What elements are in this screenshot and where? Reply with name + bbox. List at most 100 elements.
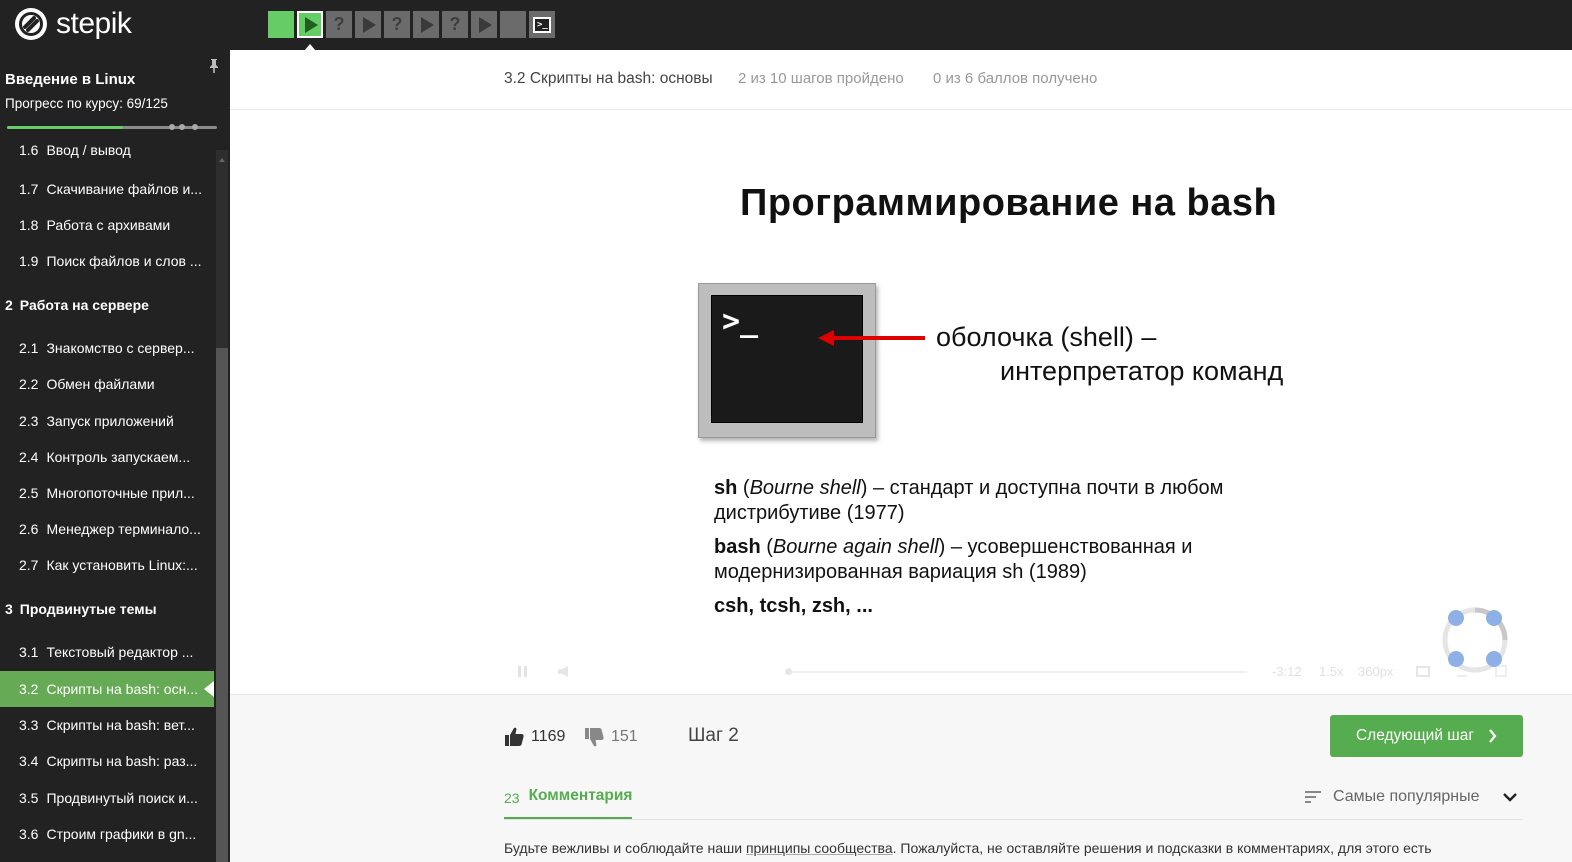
dislike-count: 151 xyxy=(611,728,638,745)
thumbs-down-icon xyxy=(585,728,604,747)
slide-body: sh (Bourne shell) – стандарт и доступна … xyxy=(714,476,1314,628)
slide-title: Программирование на bash xyxy=(740,182,1278,224)
lesson-item[interactable]: 1.8 Работа с архивами xyxy=(0,207,214,243)
lesson-item[interactable]: 3.3 Скрипты на bash: вет... xyxy=(0,707,214,743)
lesson-item[interactable]: 2.5 Многопоточные прил... xyxy=(0,475,214,511)
lesson-item[interactable]: 2.7 Как установить Linux:... xyxy=(0,547,214,583)
section-heading[interactable]: 2 Работа на сервере xyxy=(0,297,214,313)
step-navigation: ? ? ? >_ xyxy=(268,11,555,51)
step-9-tab[interactable] xyxy=(500,11,526,38)
lesson-item[interactable]: 3.5 Продвинутый поиск и... xyxy=(0,780,214,816)
scrollbar-thumb[interactable] xyxy=(216,348,228,862)
pip-icon[interactable] xyxy=(1416,666,1430,677)
step-4-tab[interactable] xyxy=(355,11,381,38)
terminal-prompt: >_ xyxy=(711,295,863,423)
dislike-button[interactable]: 151 xyxy=(584,727,638,747)
red-arrow-head xyxy=(818,330,834,346)
step-7-tab[interactable]: ? xyxy=(442,11,468,38)
slide-paragraph: sh (Bourne shell) – стандарт и доступна … xyxy=(714,477,1224,524)
lesson-item[interactable]: 2.2 Обмен файлами xyxy=(0,366,214,402)
pin-icon[interactable] xyxy=(208,58,220,74)
top-bar: stepik ? ? ? >_ xyxy=(0,0,1572,51)
lesson-item[interactable]: 1.6 Ввод / вывод xyxy=(0,132,214,168)
seek-knob[interactable] xyxy=(785,668,792,675)
like-count: 1169 xyxy=(531,728,566,745)
speed-button[interactable]: 1.5x xyxy=(1319,664,1344,679)
comments-tab[interactable]: 23 Комментария xyxy=(504,787,633,819)
step-1-tab[interactable] xyxy=(268,11,294,38)
question-icon: ? xyxy=(391,14,403,34)
tabs-divider xyxy=(504,819,1523,820)
loading-spinner-icon xyxy=(1442,607,1508,673)
slide-paragraph: csh, tcsh, zsh, ... xyxy=(714,595,873,617)
shell-definition: оболочка (shell) – xyxy=(936,322,1157,352)
lesson-item-active[interactable]: 3.2 Скрипты на bash: осн... xyxy=(0,671,214,707)
steps-passed-status: 2 из 10 шагов пройдено xyxy=(738,70,904,87)
step-10-tab[interactable]: >_ xyxy=(529,11,555,38)
step-2-tab[interactable] xyxy=(297,11,323,51)
lesson-item[interactable]: 2.1 Знакомство с сервер... xyxy=(0,330,214,366)
question-icon: ? xyxy=(449,14,461,34)
lesson-header: 3.2 Скрипты на bash: основы 2 из 10 шаго… xyxy=(230,50,1572,110)
volume-icon[interactable] xyxy=(558,666,568,677)
pause-icon[interactable] xyxy=(518,666,527,677)
lesson-item[interactable]: 2.3 Запуск приложений xyxy=(0,403,214,439)
step-6-tab[interactable] xyxy=(413,11,439,38)
thumbs-up-icon xyxy=(505,727,524,746)
terminal-icon: >_ xyxy=(533,16,551,33)
lesson-title: 3.2 Скрипты на bash: основы xyxy=(504,70,713,87)
stepik-logo[interactable]: stepik xyxy=(14,7,132,41)
step-5-tab[interactable]: ? xyxy=(384,11,410,38)
play-icon xyxy=(421,16,434,33)
course-progress-bar xyxy=(7,124,217,130)
lesson-item[interactable]: 2.4 Контроль запускаем... xyxy=(0,439,214,475)
lesson-item[interactable]: 1.9 Поиск файлов и слов ... xyxy=(0,243,214,279)
step-3-tab[interactable]: ? xyxy=(326,11,352,38)
course-progress-label: Прогресс по курсу: 69/125 xyxy=(5,96,168,111)
progress-marker xyxy=(179,124,185,130)
sort-dropdown[interactable]: Самые популярные xyxy=(1305,788,1479,806)
stepik-logo-icon xyxy=(15,8,47,40)
section-heading[interactable]: 3 Продвинутые темы xyxy=(0,601,214,617)
step-label: Шаг 2 xyxy=(688,725,739,746)
player-controls: -3:12 1.5x 360px xyxy=(502,658,1524,686)
sidebar-scrollbar[interactable] xyxy=(216,150,228,862)
play-icon xyxy=(363,16,376,33)
seek-bar[interactable] xyxy=(787,671,1247,673)
comments-label: Комментария xyxy=(528,787,633,804)
course-progress-fill xyxy=(7,126,123,129)
next-step-label: Следующий шаг xyxy=(1355,727,1475,744)
like-button[interactable]: 1169 xyxy=(504,727,565,747)
time-remaining: -3:12 xyxy=(1272,664,1302,679)
next-step-button[interactable]: Следующий шаг xyxy=(1330,715,1523,757)
progress-marker xyxy=(169,124,175,130)
shell-definition-2: интерпретатор команд xyxy=(1000,356,1284,386)
red-arrow xyxy=(830,336,925,340)
sort-icon xyxy=(1305,791,1321,803)
score-status: 0 из 6 баллов получено xyxy=(933,70,1098,87)
chevron-right-icon xyxy=(1489,729,1497,743)
lesson-item[interactable]: 1.7 Скачивание файлов и... xyxy=(0,171,214,207)
progress-marker xyxy=(192,124,198,130)
scroll-up-icon[interactable] xyxy=(219,158,225,162)
video-player[interactable]: Программирование на bash >_ оболочка (sh… xyxy=(230,110,1572,694)
brand-name: stepik xyxy=(56,7,132,40)
terminal-illustration: >_ xyxy=(698,283,876,438)
course-sidebar: Введение в Linux Прогресс по курсу: 69/1… xyxy=(0,50,230,862)
course-title[interactable]: Введение в Linux xyxy=(5,71,135,88)
chevron-down-icon[interactable] xyxy=(1502,791,1518,803)
community-rules-notice: Будьте вежливы и соблюдайте наши принцип… xyxy=(504,840,1432,856)
play-icon xyxy=(479,16,492,33)
sort-label: Самые популярные xyxy=(1333,788,1480,805)
comments-count: 23 xyxy=(504,790,520,806)
lesson-item[interactable]: 3.6 Строим графики в gn... xyxy=(0,816,214,852)
question-icon: ? xyxy=(333,14,345,34)
step-8-tab[interactable] xyxy=(471,11,497,38)
lesson-item[interactable]: 2.6 Менеджер терминало... xyxy=(0,511,214,547)
quality-button[interactable]: 360px xyxy=(1358,664,1393,679)
step-footer: 1169 151 Шаг 2 Следующий шаг 23 Коммента… xyxy=(230,694,1572,862)
community-rules-link[interactable]: принципы сообщества xyxy=(746,840,893,856)
lesson-item[interactable]: 3.4 Скрипты на bash: раз... xyxy=(0,743,214,779)
slide-paragraph: bash (Bourne again shell) – усовершенств… xyxy=(714,536,1193,583)
lesson-item[interactable]: 3.1 Текстовый редактор ... xyxy=(0,634,214,670)
